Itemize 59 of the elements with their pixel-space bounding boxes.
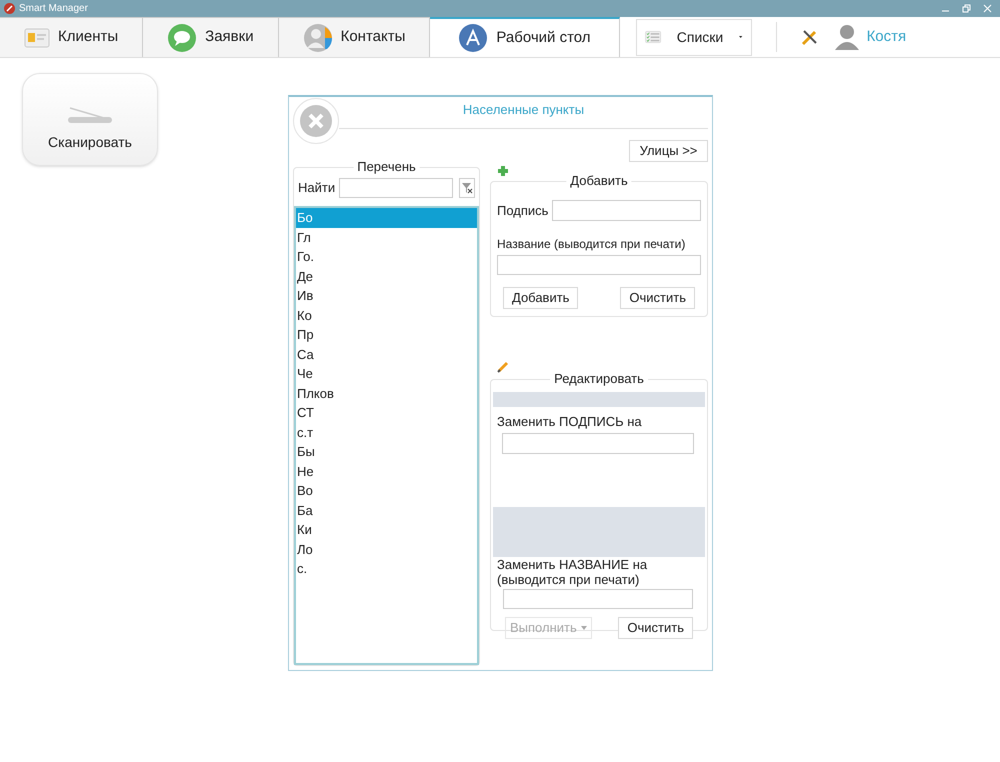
restore-icon[interactable]: [962, 4, 971, 13]
caption-field[interactable]: [552, 200, 701, 221]
search-field[interactable]: [339, 178, 454, 198]
streets-button[interactable]: Улицы >>: [629, 140, 708, 162]
plus-icon: [497, 165, 509, 177]
list-item[interactable]: Ло: [296, 540, 477, 559]
lists-dropdown-button[interactable]: Списки: [636, 18, 752, 56]
nav-tab[interactable]: Рабочий стол: [430, 17, 620, 57]
caption-label: Подпись: [497, 202, 548, 220]
list-item[interactable]: с.: [296, 559, 477, 578]
list-item[interactable]: Са: [296, 344, 477, 364]
replace-caption-label: Заменить ПОДПИСЬ на: [496, 413, 643, 431]
window-title: Smart Manager: [19, 2, 88, 16]
list-item[interactable]: Пр: [296, 325, 477, 344]
caret-icon: [580, 626, 587, 630]
list-item[interactable]: Во: [296, 481, 477, 500]
list-item[interactable]: Де: [296, 266, 477, 286]
nav-tab[interactable]: Контакты: [278, 17, 430, 57]
list-item[interactable]: Плков: [296, 384, 477, 403]
pencil-icon: [497, 361, 509, 373]
list-item[interactable]: Ки: [296, 520, 477, 540]
close-button[interactable]: [293, 98, 339, 144]
chat-bubble-icon: [167, 22, 198, 52]
group-title: Редактировать: [550, 371, 648, 387]
name-label: Название (выводится при печати): [497, 236, 686, 253]
replace-name-field[interactable]: [503, 588, 693, 608]
scan-button[interactable]: Сканировать: [22, 73, 158, 166]
dialog-title: Населенные пункты: [462, 102, 584, 118]
nav-tab[interactable]: Заявки: [143, 17, 279, 57]
name-field[interactable]: [497, 255, 701, 275]
list-item[interactable]: Не: [296, 462, 477, 481]
filter-clear-icon: [461, 182, 474, 194]
app-logo-icon: [4, 3, 15, 14]
list-item[interactable]: Бы: [296, 442, 477, 462]
add-button[interactable]: Добавить: [503, 287, 578, 309]
list-item[interactable]: Ко: [296, 306, 477, 325]
list-item[interactable]: Го.: [296, 247, 477, 266]
contact-card-icon: [24, 26, 50, 48]
list-item[interactable]: с.т: [296, 422, 477, 442]
person-icon: [302, 22, 333, 52]
list-item[interactable]: Гл: [296, 228, 477, 247]
close-icon[interactable]: [983, 4, 992, 13]
replace-name-label: Заменить НАЗВАНИЕ на (выводится при печати): [496, 556, 648, 586]
list-item[interactable]: СТ: [296, 403, 477, 422]
clear-button[interactable]: Очистить: [620, 287, 695, 309]
group-title: Добавить: [566, 173, 632, 189]
app-store-icon: [458, 23, 488, 53]
caret-icon: [739, 35, 743, 39]
replace-caption-field[interactable]: [502, 433, 694, 454]
list-item[interactable]: Че: [296, 364, 477, 384]
list-item[interactable]: Ив: [296, 286, 477, 306]
search-label: Найти: [298, 179, 336, 198]
nav-tab[interactable]: Клиенты: [0, 17, 144, 57]
group-title: Перечень: [353, 159, 420, 175]
tools-icon[interactable]: [800, 28, 819, 46]
clear-button[interactable]: Очистить: [618, 616, 693, 638]
list-item[interactable]: Ба: [296, 500, 477, 520]
clear-filter-button[interactable]: [459, 178, 475, 198]
user-icon[interactable]: [834, 24, 859, 50]
